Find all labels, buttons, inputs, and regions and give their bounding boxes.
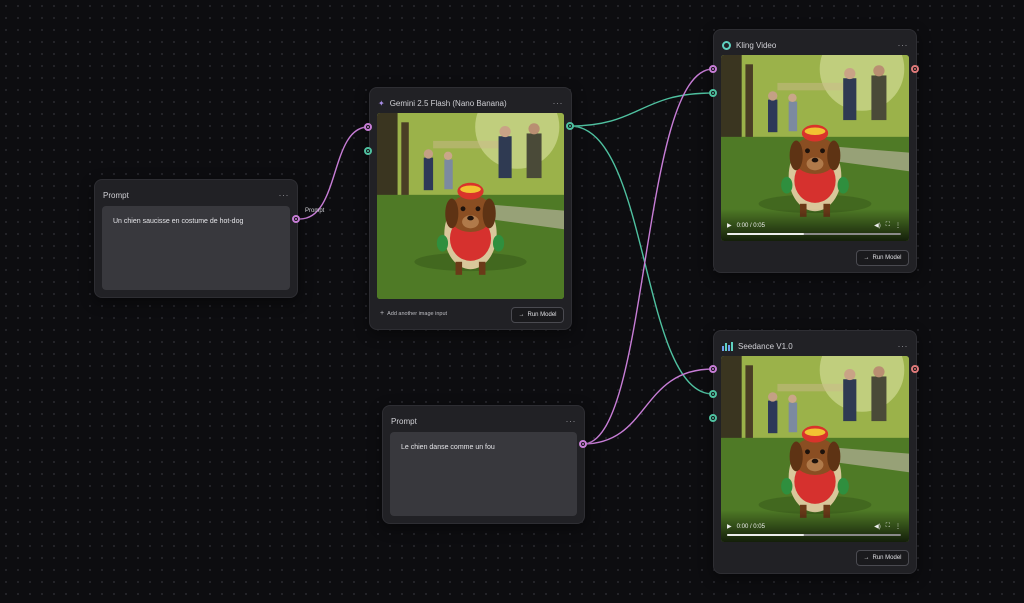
run-label: Run Model [872,255,902,261]
node-header: Prompt ··· [103,188,289,202]
prompt-1-output-port[interactable] [292,215,300,223]
more-menu-icon[interactable]: ··· [279,190,290,200]
video-controls: ▶ 0:00 / 0:05 ◀) ⛶ ⋮ [721,510,909,542]
prompt-2-output-port[interactable] [579,440,587,448]
volume-icon[interactable]: ◀) [874,222,881,229]
sparkle-icon: ✦ [378,98,385,108]
kling-image-input-port[interactable] [709,89,717,97]
play-icon[interactable]: ▶ [727,523,732,530]
add-image-label: Add another image input [387,310,448,317]
run-model-button[interactable]: → Run Model [856,250,909,266]
node-title: Gemini 2.5 Flash (Nano Banana) [389,98,507,108]
node-header: Seedance V1.0 ··· [722,339,908,353]
options-icon[interactable]: ⋮ [895,523,901,530]
node-header: Prompt ··· [391,414,576,428]
plus-icon: + [380,310,385,317]
gemini-image-input-port[interactable] [364,147,372,155]
video-time: 0:00 / 0:05 [736,222,765,229]
node-title: Kling Video [736,40,777,50]
play-icon[interactable]: ▶ [727,222,732,229]
fullscreen-icon[interactable]: ⛶ [886,222,890,229]
kling-prompt-input-port[interactable] [709,65,717,73]
node-header: ✦ Gemini 2.5 Flash (Nano Banana) ··· [378,96,563,110]
fullscreen-icon[interactable]: ⛶ [886,523,890,530]
run-model-button[interactable]: → Run Model [511,307,564,323]
arrow-right-icon: → [863,255,870,261]
seedance-logo-icon [722,341,733,351]
volume-icon[interactable]: ◀) [874,523,881,530]
more-menu-icon[interactable]: ··· [898,40,909,50]
node-header: Kling Video ··· [722,38,908,52]
more-menu-icon[interactable]: ··· [898,341,909,351]
more-menu-icon[interactable]: ··· [566,416,577,426]
seedance-prompt-input-port[interactable] [709,365,717,373]
kling-logo-icon [722,40,731,50]
video-time: 0:00 / 0:05 [736,523,765,530]
seedance-image-input-port[interactable] [709,390,717,398]
seedance-video-output-port[interactable] [911,365,919,373]
kling-video-output-port[interactable] [911,65,919,73]
seedance-node[interactable]: Seedance V1.0 ··· ▶ 0:00 / 0:05 ◀) ⛶ ⋮ →… [713,330,917,574]
prompt-text-area[interactable]: Un chien saucisse en costume de hot-dog [102,206,290,290]
options-icon[interactable]: ⋮ [895,222,901,229]
video-progress-bar[interactable] [727,534,901,536]
gemini-prompt-input-port[interactable] [364,123,372,131]
more-menu-icon[interactable]: ··· [553,98,564,108]
arrow-right-icon: → [518,312,525,318]
video-player[interactable]: ▶ 0:00 / 0:05 ◀) ⛶ ⋮ [721,356,909,542]
prompt-node-1[interactable]: Prompt ··· Un chien saucisse en costume … [94,179,298,298]
node-title: Seedance V1.0 [738,341,793,351]
run-model-button[interactable]: → Run Model [856,550,909,566]
node-title: Prompt [103,190,129,200]
generated-image [377,113,564,299]
seedance-image-input-port-2[interactable] [709,414,717,422]
video-controls: ▶ 0:00 / 0:05 ◀) ⛶ ⋮ [721,209,909,241]
prompt-node-2[interactable]: Prompt ··· Le chien danse comme un fou [382,405,585,524]
video-player[interactable]: ▶ 0:00 / 0:05 ◀) ⛶ ⋮ [721,55,909,241]
gemini-node[interactable]: ✦ Gemini 2.5 Flash (Nano Banana) ··· + A… [369,87,572,330]
arrow-right-icon: → [863,555,870,561]
edge-label-prompt: Prompt [305,208,325,214]
add-image-input-button[interactable]: + Add another image input [380,310,447,317]
prompt-text: Un chien saucisse en costume de hot-dog [113,218,244,225]
prompt-text-area[interactable]: Le chien danse comme un fou [390,432,577,516]
run-label: Run Model [527,312,557,318]
kling-video-node[interactable]: Kling Video ··· ▶ 0:00 / 0:05 ◀) ⛶ ⋮ → R… [713,29,917,273]
prompt-text: Le chien danse comme un fou [401,444,495,451]
gemini-image-output-port[interactable] [566,122,574,130]
node-title: Prompt [391,416,417,426]
video-progress-bar[interactable] [727,233,901,235]
run-label: Run Model [872,555,902,561]
